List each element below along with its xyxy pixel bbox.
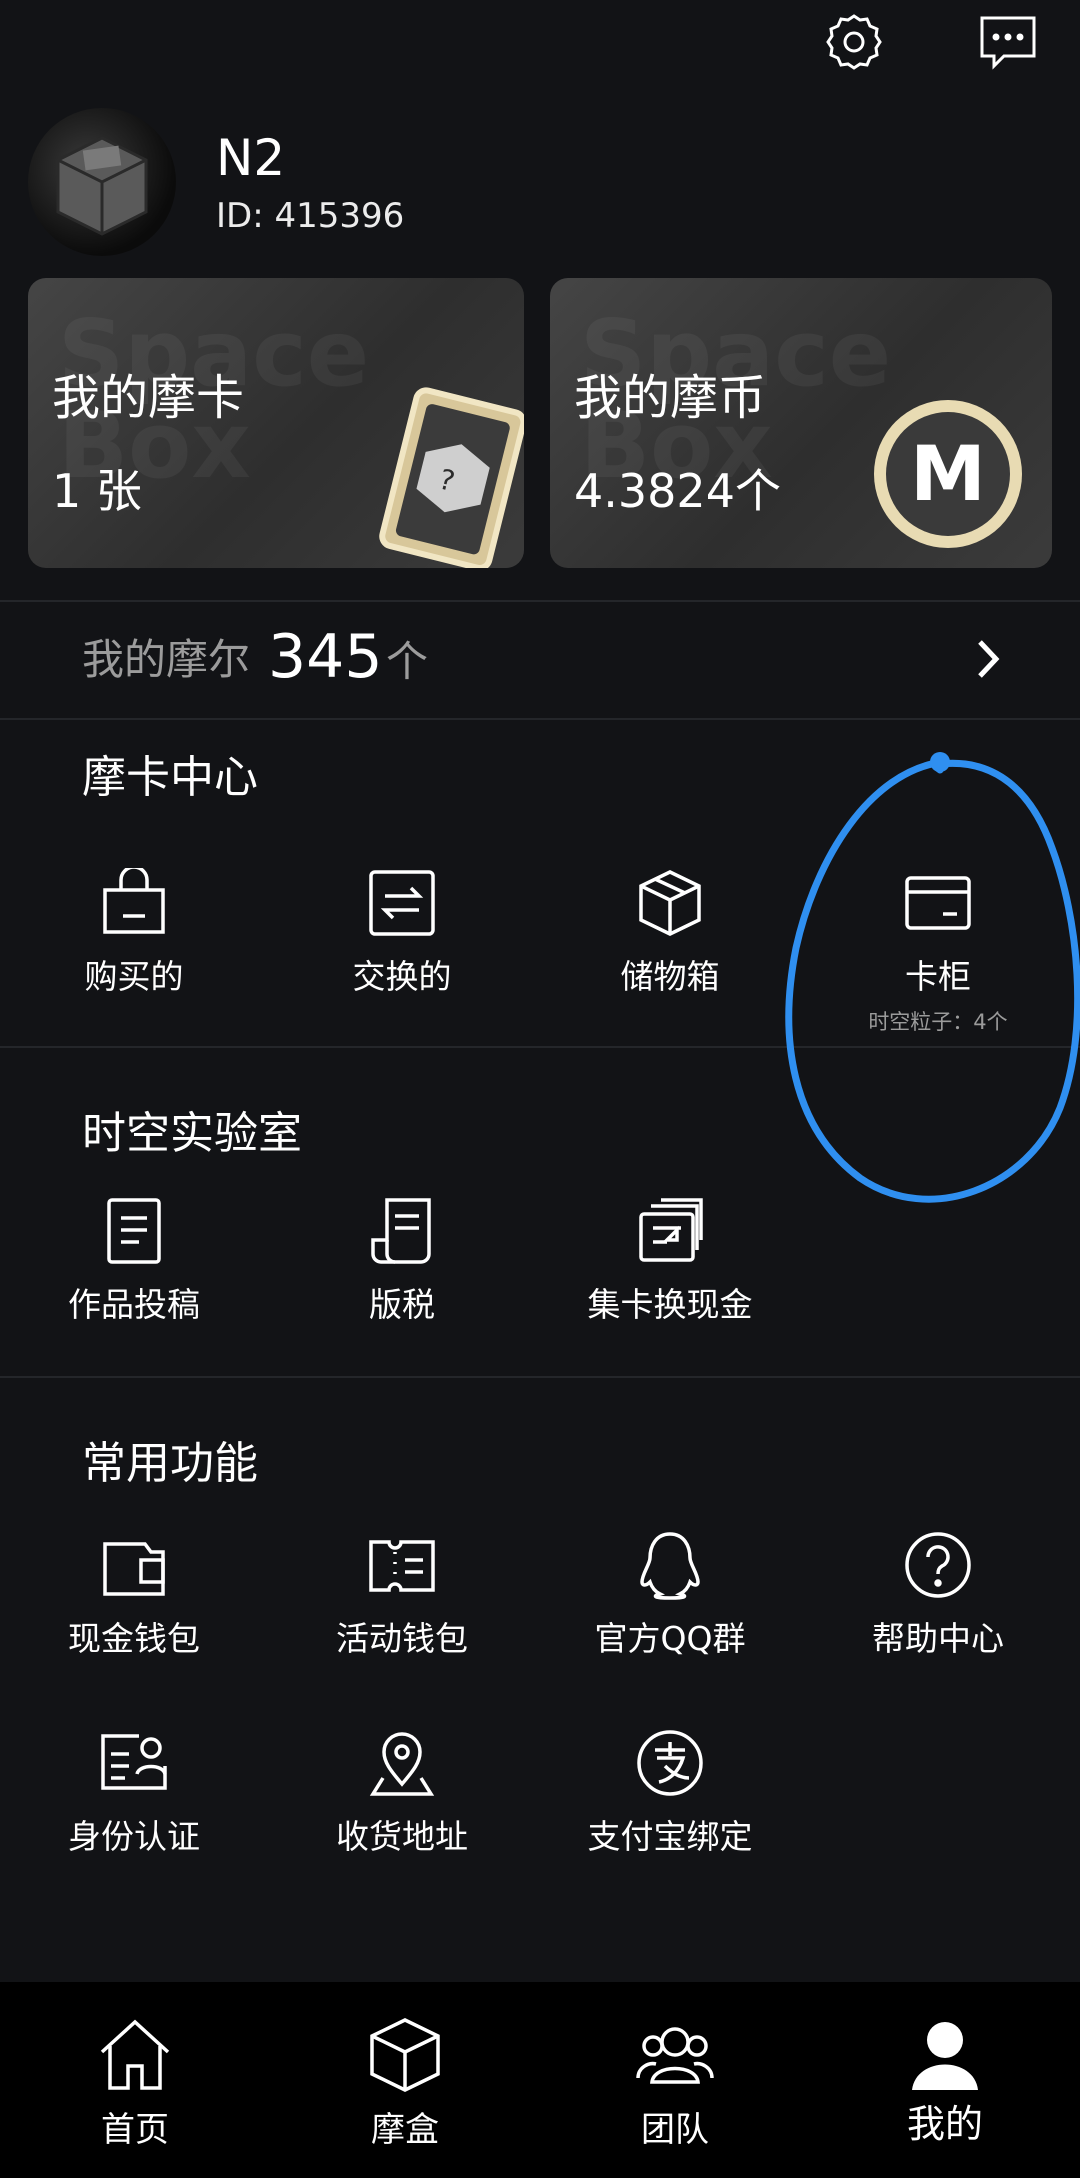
chevron-right-icon xyxy=(964,636,1010,682)
tab-team[interactable]: 团队 xyxy=(540,1982,810,2178)
tab-home[interactable]: 首页 xyxy=(0,1982,270,2178)
shopping-bag-icon xyxy=(99,865,169,938)
team-icon xyxy=(636,2016,714,2094)
exchange-icon xyxy=(367,868,437,938)
moka-count: 1 张 xyxy=(52,464,142,518)
menu-item-label: 身份认证 xyxy=(68,1817,200,1856)
cards-cash-icon xyxy=(635,1196,705,1266)
avatar[interactable] xyxy=(28,108,176,256)
moka-center-section: 摩卡中心 购买的 交换的 储物箱 卡柜 时空粒子：4个 xyxy=(0,718,1080,1046)
menu-item-qq-group[interactable]: 官方QQ群 xyxy=(536,1530,804,1710)
section-title: 时空实验室 xyxy=(82,1108,302,1159)
receipt-icon xyxy=(367,1196,437,1266)
moer-label: 我的摩尔 xyxy=(82,635,251,684)
moer-row[interactable]: 我的摩尔 345 个 xyxy=(0,600,1080,720)
svg-text:M: M xyxy=(910,429,986,518)
section-title: 常用功能 xyxy=(82,1438,258,1489)
menu-item-shipping-address[interactable]: 收货地址 xyxy=(268,1728,536,1908)
menu-item-purchased[interactable]: 购买的 xyxy=(0,865,268,1048)
menu-item-label: 帮助中心 xyxy=(872,1619,1004,1658)
moka-card[interactable]: Space Box 我的摩卡 1 张 ? xyxy=(28,278,524,568)
menu-item-label: 官方QQ群 xyxy=(594,1619,746,1658)
menu-item-label: 交换的 xyxy=(352,957,452,996)
location-icon xyxy=(367,1728,437,1798)
lab-section: 时空实验室 作品投稿 版税 集卡换现金 xyxy=(0,1048,1080,1378)
menu-item-label: 储物箱 xyxy=(620,957,720,996)
tab-mobox[interactable]: 摩盒 xyxy=(270,1982,540,2178)
profile-header: N2 ID: 415396 xyxy=(28,108,628,258)
tab-mine[interactable]: 我的 xyxy=(810,1982,1080,2178)
menu-item-storage-box[interactable]: 储物箱 xyxy=(536,868,804,1048)
menu-item-help-center[interactable]: 帮助中心 xyxy=(804,1530,1072,1710)
menu-item-label: 收货地址 xyxy=(336,1817,468,1856)
moer-unit: 个 xyxy=(386,637,429,686)
card-art-icon: ? xyxy=(348,378,524,568)
document-icon xyxy=(99,1196,169,1266)
menu-item-label: 集卡换现金 xyxy=(587,1285,753,1324)
menu-item-activity-wallet[interactable]: 活动钱包 xyxy=(268,1530,536,1710)
menu-item-identity-verification[interactable]: 身份认证 xyxy=(0,1728,268,1908)
particle-count: 时空粒子：4个 xyxy=(868,1010,1008,1034)
menu-item-label: 现金钱包 xyxy=(68,1619,200,1658)
user-id: ID: 415396 xyxy=(216,196,405,236)
alipay-icon xyxy=(635,1728,705,1798)
common-functions-section: 常用功能 现金钱包 活动钱包 官方QQ群 帮助中心 身份认证 收货地址 支付宝绑… xyxy=(0,1378,1080,1938)
top-bar xyxy=(0,0,1080,90)
moka-title: 我的摩卡 xyxy=(52,370,245,426)
mobi-amount: 4.3824个 xyxy=(574,464,781,518)
menu-item-label: 购买的 xyxy=(84,957,184,996)
section-title: 摩卡中心 xyxy=(82,752,258,803)
help-icon xyxy=(903,1530,973,1600)
ticket-icon xyxy=(367,1530,437,1600)
user-icon xyxy=(906,2016,984,2094)
id-card-icon xyxy=(99,1728,169,1798)
message-icon[interactable] xyxy=(976,10,1040,74)
menu-item-label: 活动钱包 xyxy=(336,1619,468,1658)
mobi-title: 我的摩币 xyxy=(574,370,767,426)
bottom-nav: 首页 摩盒 团队 我的 xyxy=(0,1982,1080,2178)
coin-icon: M xyxy=(870,396,1026,552)
menu-item-label: 支付宝绑定 xyxy=(587,1817,753,1856)
wallet-icon xyxy=(99,1530,169,1600)
tab-label: 摩盒 xyxy=(371,2110,439,2150)
menu-item-royalty[interactable]: 版税 xyxy=(268,1196,536,1376)
gear-icon[interactable] xyxy=(822,10,886,74)
tab-label: 首页 xyxy=(101,2110,169,2150)
mobi-card[interactable]: Space Box 我的摩币 4.3824个 M xyxy=(550,278,1052,568)
menu-item-submit-work[interactable]: 作品投稿 xyxy=(0,1196,268,1376)
menu-item-label: 版税 xyxy=(369,1285,435,1324)
menu-item-cards-to-cash[interactable]: 集卡换现金 xyxy=(536,1196,804,1376)
menu-item-exchanged[interactable]: 交换的 xyxy=(268,868,536,1048)
menu-item-alipay-binding[interactable]: 支付宝绑定 xyxy=(536,1728,804,1908)
qq-icon xyxy=(635,1530,705,1600)
card-icon xyxy=(903,868,973,938)
user-name: N2 xyxy=(216,129,286,187)
tab-label: 我的 xyxy=(906,2102,983,2146)
home-icon xyxy=(96,2016,174,2094)
box-icon xyxy=(635,868,705,938)
menu-item-card-cabinet[interactable]: 卡柜 时空粒子：4个 xyxy=(804,868,1072,1048)
menu-item-cash-wallet[interactable]: 现金钱包 xyxy=(0,1530,268,1710)
menu-item-label: 作品投稿 xyxy=(68,1285,200,1324)
tab-label: 团队 xyxy=(641,2110,709,2150)
moer-value: 345 xyxy=(268,622,383,692)
menu-item-label: 卡柜 xyxy=(905,957,971,996)
cube-icon xyxy=(366,2016,444,2094)
